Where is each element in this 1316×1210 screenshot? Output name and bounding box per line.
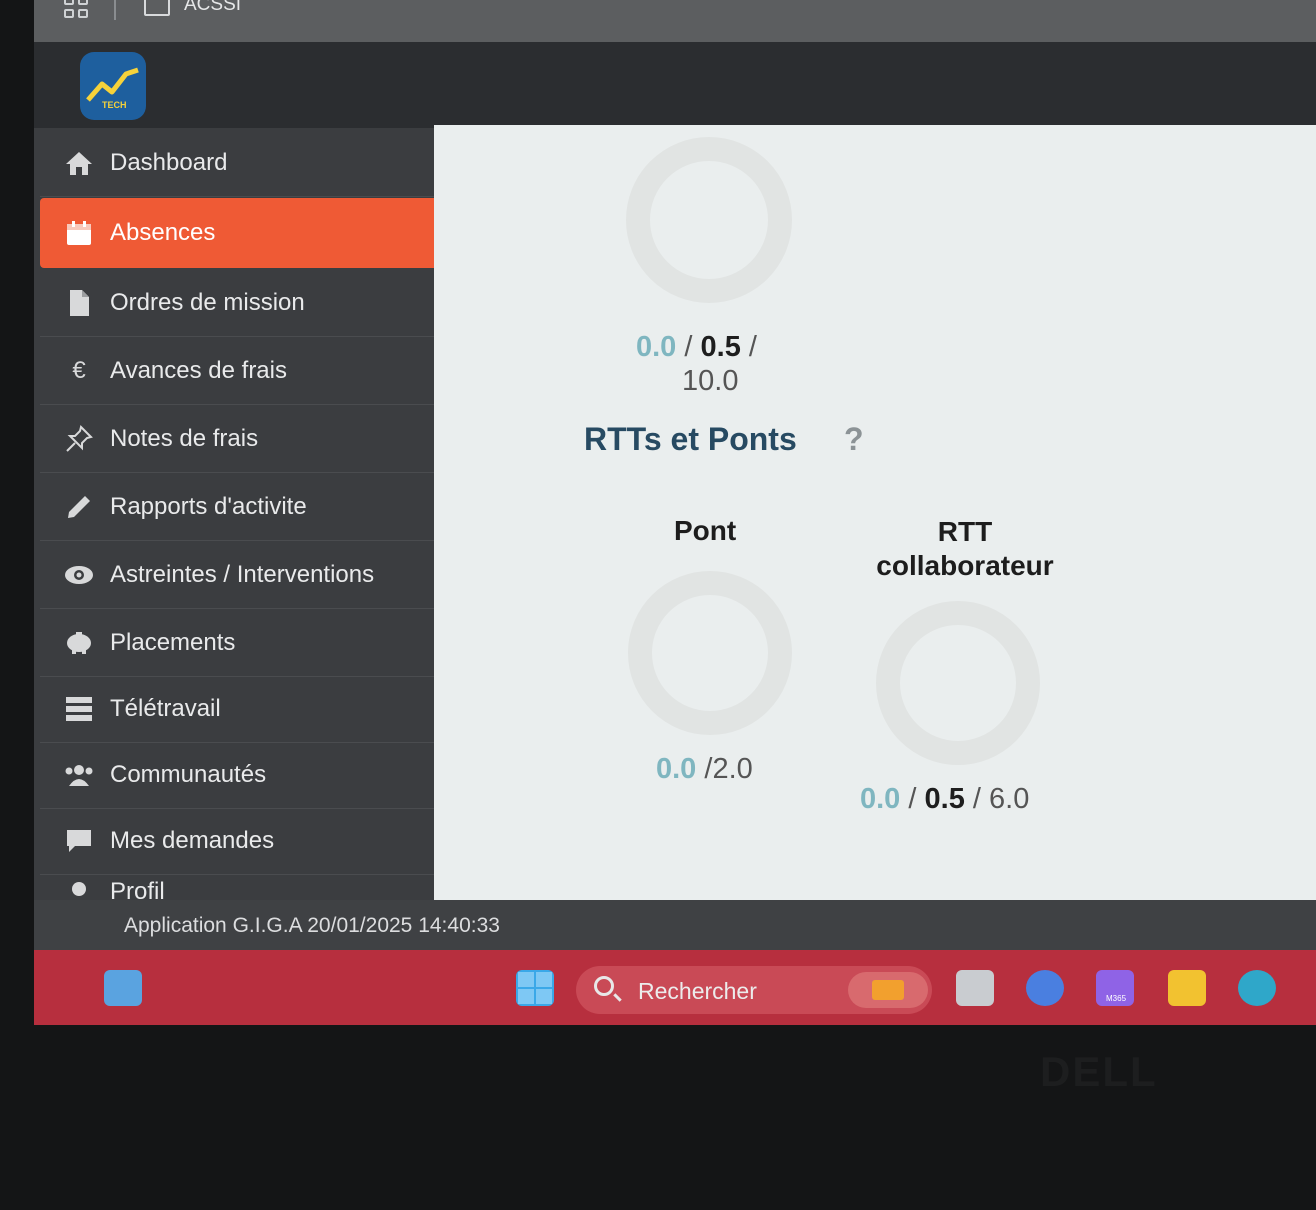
briefcase-icon[interactable] (848, 972, 928, 1008)
calendar-icon (64, 218, 94, 248)
taskbar-search[interactable]: Rechercher (576, 966, 932, 1014)
apps-grid-icon[interactable] (64, 0, 90, 20)
server-icon (64, 694, 94, 724)
widgets-icon[interactable] (104, 970, 142, 1006)
divider (114, 0, 116, 20)
sidebar-item-ordres-de-mission[interactable]: Ordres de mission (40, 270, 438, 337)
balance-total: 10.0 (682, 365, 739, 397)
sidebar-item-dashboard[interactable]: Dashboard (40, 130, 438, 197)
sidebar-item-label: Dashboard (110, 149, 228, 176)
m365-icon[interactable]: M365 (1096, 970, 1134, 1006)
folder-icon[interactable] (144, 0, 170, 16)
sidebar-item-label: Ordres de mission (110, 289, 305, 316)
section-title: RTTs et Ponts (584, 421, 797, 457)
rtt-donut (876, 601, 1040, 765)
users-icon (64, 760, 94, 790)
piggy-bank-icon (64, 628, 94, 658)
sidebar-item-label: Notes de frais (110, 425, 259, 452)
euro-icon: € (72, 357, 86, 384)
start-icon[interactable] (516, 970, 554, 1006)
status-bar: Application G.I.G.A 20/01/2025 14:40:33 (34, 900, 1316, 950)
pin-icon (64, 424, 94, 454)
rtt-ratio: 0.0 / 0.5 / 6.0 (860, 783, 1030, 815)
file-explorer-icon[interactable] (1168, 970, 1206, 1006)
pont-ratio: 0.0 /2.0 (656, 753, 753, 785)
tab-title[interactable]: ACSSI (184, 0, 241, 16)
laptop-screen: ACSSI TECH Dashboard Absences Ordres de … (34, 0, 1316, 1025)
sidebar-item-astreintes-interventions[interactable]: Astreintes / Interventions (40, 542, 438, 609)
sidebar-item-label: Communautés (110, 761, 267, 788)
sidebar-item-label: Placements (110, 629, 236, 656)
sidebar-item-label: Télétravail (110, 695, 221, 722)
pont-title: Pont (674, 515, 737, 546)
pont-donut (628, 571, 792, 735)
sidebar-item-avances-de-frais[interactable]: € Avances de frais (40, 338, 438, 405)
sidebar-item-rapports-d-activite[interactable]: Rapports d'activite (40, 474, 438, 541)
sidebar-item-mes-demandes[interactable]: Mes demandes (40, 808, 438, 875)
sidebar-item-label: Avances de frais (110, 357, 287, 384)
meet-icon[interactable] (1026, 970, 1064, 1006)
balance-donut (626, 137, 792, 303)
logo-text: TECH (102, 100, 127, 110)
file-icon (64, 288, 94, 318)
sidebar-item-teletravail[interactable]: Télétravail (40, 676, 438, 743)
balance-ratio: 0.0 / 0.5 / (636, 331, 757, 363)
browser-top-bar: ACSSI (34, 0, 1316, 42)
help-button[interactable]: ? (844, 421, 864, 458)
task-view-icon[interactable] (956, 970, 994, 1006)
search-icon (594, 976, 614, 996)
sidebar-item-label: Rapports d'activite (110, 493, 307, 520)
sidebar: Dashboard Absences Ordres de mission € A… (34, 128, 444, 905)
rtt-title: RTT collaborateur (876, 516, 1054, 581)
sidebar-item-communautes[interactable]: Communautés (40, 742, 438, 809)
status-text: Application G.I.G.A 20/01/2025 14:40:33 (124, 914, 500, 937)
app-header: TECH (34, 42, 1316, 128)
sidebar-item-label: Mes demandes (110, 827, 275, 854)
comment-icon (64, 826, 94, 856)
eye-icon (64, 560, 94, 590)
sidebar-item-absences[interactable]: Absences (40, 198, 438, 268)
dell-logo: DELL (1040, 1048, 1158, 1095)
app-logo[interactable]: TECH (80, 52, 146, 120)
pencil-icon (64, 492, 94, 522)
sidebar-item-notes-de-frais[interactable]: Notes de frais (40, 406, 438, 473)
search-placeholder: Rechercher (638, 978, 757, 1004)
home-icon (64, 148, 94, 178)
sidebar-item-placements[interactable]: Placements (40, 610, 438, 677)
main-content: 0.0 / 0.5 / 10.0 RTTs et Ponts ? Pont RT… (434, 125, 1316, 903)
edge-browser-icon[interactable] (1238, 970, 1276, 1006)
sidebar-item-label: Astreintes / Interventions (110, 561, 375, 588)
windows-taskbar: Rechercher M365 (34, 950, 1316, 1025)
sidebar-item-label: Absences (110, 219, 216, 246)
